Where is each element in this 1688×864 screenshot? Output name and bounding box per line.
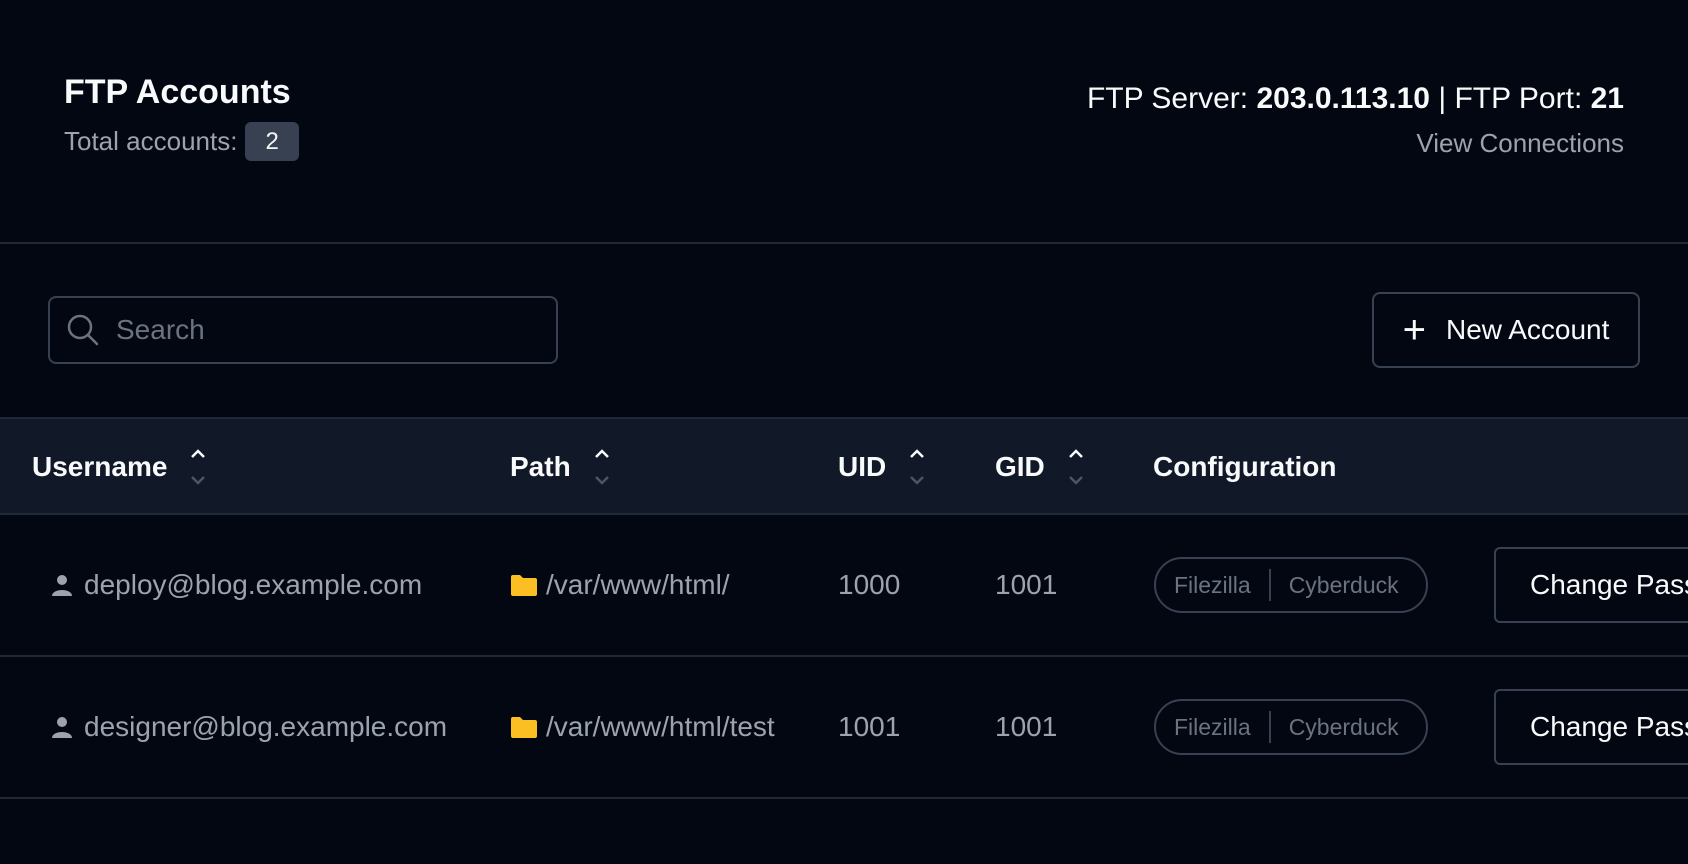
uid-cell: 1001 [838,711,901,742]
column-header-configuration: Configuration [1153,419,1337,515]
config-pill: Filezilla Cyberduck [1154,557,1428,613]
table-row: deploy@blog.example.com /var/www/html/ 1… [0,515,1688,657]
server-line: FTP Server: 203.0.113.10 | FTP Port: 21 [1087,80,1624,118]
folder-icon [511,575,537,596]
table-row: designer@blog.example.com /var/www/html/… [0,657,1688,799]
cyberduck-config-link[interactable]: Cyberduck [1271,572,1417,599]
table-header: Username Path UID GID Configuration [0,417,1688,515]
sort-icon[interactable] [1067,445,1085,489]
column-label: UID [838,451,887,482]
folder-icon [511,717,537,738]
column-header-gid[interactable]: GID [995,419,1085,515]
user-icon [52,717,72,738]
new-account-button[interactable]: + New Account [1372,292,1640,368]
filezilla-config-link[interactable]: Filezilla [1156,572,1269,599]
username: designer@blog.example.com [84,711,448,742]
sort-icon[interactable] [593,445,611,489]
column-label: Path [510,451,571,482]
config-pill: Filezilla Cyberduck [1154,699,1428,755]
column-header-uid[interactable]: UID [838,419,926,515]
search-box[interactable] [48,296,558,364]
total-accounts: Total accounts: 2 [64,122,299,161]
sort-icon[interactable] [908,445,926,489]
column-header-path[interactable]: Path [510,419,611,515]
change-password-button[interactable]: Change Password [1494,689,1688,765]
count-badge: 2 [245,122,299,161]
cyberduck-config-link[interactable]: Cyberduck [1271,714,1417,741]
path-cell: /var/www/html/ [510,515,730,655]
change-password-label: Change Password [1530,711,1688,742]
header-divider [0,242,1688,244]
username-cell: designer@blog.example.com [50,657,447,797]
column-label: GID [995,451,1045,482]
port-value: 21 [1590,82,1624,115]
path: /var/www/html/ [546,569,730,600]
gid-cell: 1001 [995,569,1058,600]
page-title: FTP Accounts [64,73,291,111]
server-value: 203.0.113.10 [1256,82,1430,115]
change-password-button[interactable]: Change Password [1494,547,1688,623]
ftp-accounts-page: FTP Accounts Total accounts: 2 FTP Serve… [0,0,1688,864]
filezilla-config-link[interactable]: Filezilla [1156,714,1269,741]
new-account-label: New Account [1445,314,1610,345]
uid-cell: 1000 [838,569,901,600]
search-icon [66,313,100,347]
total-accounts-label: Total accounts: [64,126,238,156]
column-header-username[interactable]: Username [32,419,207,515]
user-icon [52,575,72,596]
path: /var/www/html/test [546,711,775,742]
column-label: Username [32,451,168,482]
column-label: Configuration [1153,451,1337,482]
change-password-label: Change Password [1530,569,1688,600]
sort-icon[interactable] [189,445,207,489]
gid-cell: 1001 [995,711,1058,742]
separator: | [1438,82,1447,115]
page-header: FTP Accounts Total accounts: 2 [64,72,299,161]
path-cell: /var/www/html/test [510,657,775,797]
view-connections-link[interactable]: View Connections [1416,128,1624,159]
username: deploy@blog.example.com [84,569,423,600]
server-label: FTP Server: [1086,82,1249,115]
username-cell: deploy@blog.example.com [50,515,422,655]
plus-icon: + [1402,308,1426,352]
port-label: FTP Port: [1454,82,1583,115]
server-info: FTP Server: 203.0.113.10 | FTP Port: 21 … [1087,80,1624,159]
search-input[interactable] [114,313,556,347]
